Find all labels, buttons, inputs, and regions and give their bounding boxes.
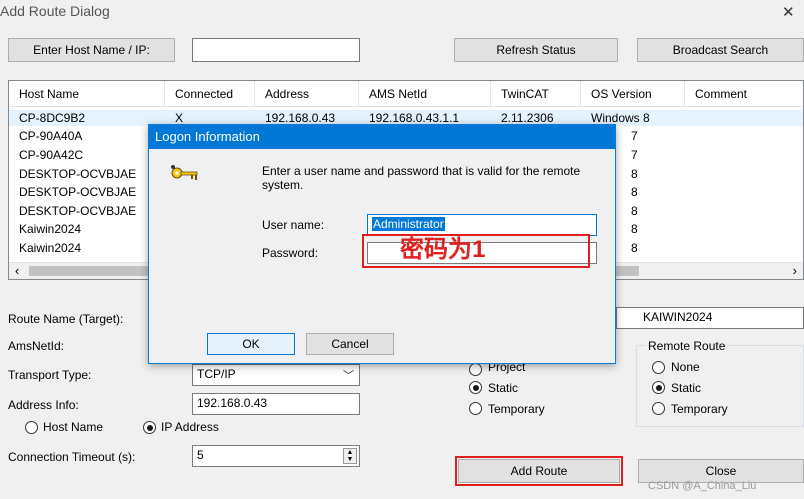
host-name-radio-label: Host Name (43, 420, 104, 434)
cell-host-name: DESKTOP-OCVBJAE (19, 204, 137, 218)
cell-host-name: Kaiwin2024 (19, 222, 82, 236)
enter-host-button[interactable]: Enter Host Name / IP: (8, 38, 175, 62)
route-name-input[interactable]: KAIWIN2024 (616, 307, 804, 329)
watermark: CSDN @A_China_Liu (648, 480, 757, 492)
host-list-header: Host Name Connected Address AMS NetId Tw… (9, 81, 803, 107)
logon-dialog-titlebar[interactable]: Logon Information (149, 125, 615, 149)
cell-host-name: DESKTOP-OCVBJAE (19, 185, 137, 199)
window-title: Add Route Dialog (0, 3, 110, 19)
column-host-name[interactable]: Host Name (9, 81, 165, 107)
address-info-input[interactable]: 192.168.0.43 (192, 393, 360, 415)
host-name-input[interactable] (192, 38, 360, 62)
column-address[interactable]: Address (255, 81, 359, 107)
remote-static-label: Static (671, 381, 702, 395)
address-info-label: Address Info: (8, 398, 79, 412)
connection-timeout-label: Connection Timeout (s): (8, 450, 136, 464)
remote-static-radio[interactable] (652, 381, 665, 394)
key-icon (169, 163, 203, 191)
cell-host-name: CP-90A40A (19, 129, 83, 143)
remote-temporary-radio[interactable] (652, 402, 665, 415)
column-comment[interactable]: Comment (685, 81, 803, 107)
column-os-version[interactable]: OS Version (581, 81, 685, 107)
transport-type-select[interactable]: TCP/IP ﹀ (192, 364, 360, 386)
host-name-radio[interactable] (25, 421, 38, 434)
transport-type-label: Transport Type: (8, 368, 92, 382)
static-radio-label: Static (488, 381, 519, 395)
cell-host-name: CP-8DC9B2 (19, 111, 86, 125)
route-name-label: Route Name (Target): (8, 312, 124, 326)
cell-os-version: 8 (631, 241, 638, 255)
scroll-left-icon[interactable]: ‹ (15, 263, 19, 279)
add-route-button[interactable]: Add Route (455, 456, 623, 486)
refresh-status-button[interactable]: Refresh Status (454, 38, 618, 62)
cell-os-version: 8 (631, 222, 638, 236)
password-annotation: 密码为1 (400, 236, 486, 263)
username-label: User name: (262, 218, 325, 232)
remote-none-radio[interactable] (652, 361, 665, 374)
cell-os-version: 7 (631, 148, 638, 162)
logon-message: Enter a user name and password that is v… (262, 164, 581, 192)
chevron-down-icon[interactable]: ﹀ (343, 367, 354, 383)
cancel-button[interactable]: Cancel (306, 333, 394, 355)
cell-host-name: DESKTOP-OCVBJAE (19, 167, 137, 181)
close-icon[interactable]: ✕ (782, 3, 795, 21)
remote-temporary-label: Temporary (671, 402, 728, 416)
remote-none-label: None (671, 360, 700, 374)
temporary-radio[interactable] (469, 402, 482, 415)
column-twincat[interactable]: TwinCAT (491, 81, 581, 107)
scroll-right-icon[interactable]: › (793, 263, 797, 279)
ok-button[interactable]: OK (207, 333, 295, 355)
cell-os-version: 8 (631, 185, 638, 199)
ip-address-radio-label: IP Address (161, 420, 219, 434)
temporary-radio-label: Temporary (488, 402, 545, 416)
remote-route-title: Remote Route (646, 339, 728, 353)
ip-address-radio[interactable] (143, 421, 156, 434)
username-input[interactable]: Administrator (367, 214, 597, 236)
spin-buttons-icon[interactable]: ▲ ▼ (343, 448, 357, 464)
cell-os-version: 7 (631, 129, 638, 143)
column-ams-netid[interactable]: AMS NetId (359, 81, 491, 107)
broadcast-search-button[interactable]: Broadcast Search (637, 38, 804, 62)
cell-os-version: 8 (631, 167, 638, 181)
static-radio[interactable] (469, 381, 482, 394)
cell-host-name: CP-90A42C (19, 148, 84, 162)
cell-host-name: Kaiwin2024 (19, 241, 82, 255)
cell-os-version: 8 (631, 204, 638, 218)
password-label: Password: (262, 246, 319, 260)
amsnetid-label: AmsNetId: (8, 339, 65, 353)
connection-timeout-stepper[interactable]: 5 ▲ ▼ (192, 445, 360, 467)
project-radio[interactable] (469, 363, 482, 376)
username-selected-text: Administrator (372, 217, 445, 231)
column-connected[interactable]: Connected (165, 81, 255, 107)
